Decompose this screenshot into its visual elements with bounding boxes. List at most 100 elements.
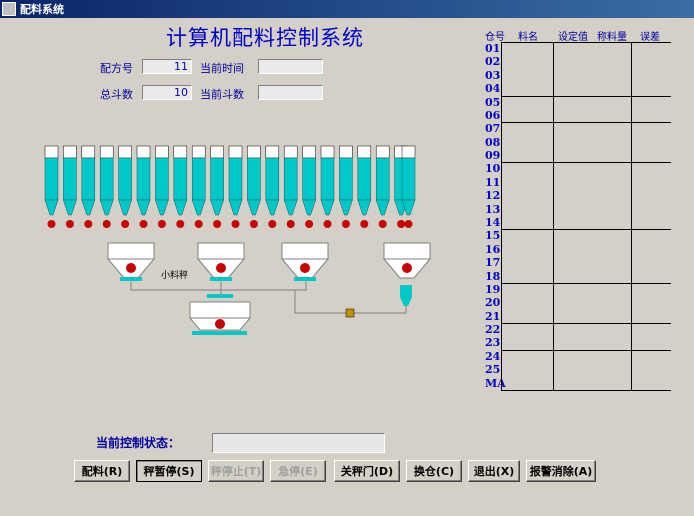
silo xyxy=(247,157,261,201)
silo-valve xyxy=(102,220,111,228)
table-row-divider xyxy=(501,122,671,124)
weigh-hopper xyxy=(197,242,245,260)
silo xyxy=(63,157,77,201)
batch-button[interactable]: 配料(R) xyxy=(74,460,130,482)
bin-number: 15 xyxy=(485,229,501,243)
silo xyxy=(81,157,96,201)
load-cell xyxy=(210,277,232,281)
bin-number: 06 xyxy=(485,108,501,122)
silo-cone xyxy=(155,199,169,216)
silo-valve xyxy=(157,220,166,228)
table-row: 05 xyxy=(485,96,671,110)
table-row-divider xyxy=(501,282,671,284)
clear-alarm-button[interactable]: 报警消除(A) xyxy=(526,460,596,482)
silo-indicator xyxy=(357,145,372,159)
silo-cone xyxy=(247,199,261,216)
table-row: 17 xyxy=(485,256,671,270)
hopper-valve xyxy=(300,263,310,273)
col-header-setpoint: 设定值 xyxy=(558,32,588,43)
load-cell xyxy=(120,277,142,281)
bin-number: 01 xyxy=(485,42,501,55)
bin-number: 07 xyxy=(485,122,501,136)
table-divider xyxy=(553,42,554,390)
silo-valve xyxy=(286,220,295,228)
table-row: 06 xyxy=(485,109,671,123)
control-status-label: 当前控制状态： xyxy=(96,436,181,450)
silo xyxy=(44,157,59,201)
silo-valve xyxy=(360,220,369,228)
process-diagram: 小料秤 xyxy=(44,145,432,335)
table-row: 13 xyxy=(485,203,671,217)
col-header-bin: 仓号 xyxy=(485,32,505,43)
silo xyxy=(136,157,151,201)
table-row: 14 xyxy=(485,216,671,230)
table-row-divider xyxy=(501,349,671,351)
table-row: 07 xyxy=(485,122,671,136)
silo-indicator xyxy=(320,145,335,159)
table-row: 09 xyxy=(485,149,671,163)
table-row: 19 xyxy=(485,283,671,297)
silo-valve xyxy=(213,220,222,228)
bin-number: 25 xyxy=(485,363,501,377)
table-row: 18 xyxy=(485,270,671,284)
silo-valve xyxy=(121,220,130,228)
silo-cone xyxy=(173,199,188,216)
mixer-label: 小料秤 xyxy=(161,269,188,281)
table-row: 22 xyxy=(485,323,671,337)
silo xyxy=(401,157,416,201)
conveyor-motor xyxy=(345,308,355,318)
silo-indicator xyxy=(210,145,224,159)
silo-cone xyxy=(265,199,280,216)
silo xyxy=(173,157,188,201)
emergency-stop-button[interactable]: 急停(E) xyxy=(270,460,326,482)
table-row-divider xyxy=(501,162,671,164)
silo-indicator xyxy=(375,145,390,159)
bin-number: MA xyxy=(485,376,506,390)
silo xyxy=(191,157,206,201)
silo-cone xyxy=(228,199,243,216)
table-row: 12 xyxy=(485,189,671,203)
bin-number: 08 xyxy=(485,135,501,149)
silo-cone xyxy=(283,199,298,216)
silo-indicator xyxy=(228,145,243,159)
load-cell xyxy=(294,277,316,281)
silo-indicator xyxy=(118,145,132,159)
silo-valve xyxy=(65,220,74,228)
table-row: 02 xyxy=(485,55,671,69)
silo xyxy=(302,157,316,201)
small-silo xyxy=(400,285,412,297)
bin-number: 09 xyxy=(485,149,501,163)
col-header-weighed: 称料量 xyxy=(597,32,627,43)
weigh-hopper xyxy=(281,242,329,260)
scale-pause-button[interactable]: 秤暂停(S) xyxy=(136,460,202,482)
silo-indicator xyxy=(283,145,298,159)
bin-number: 16 xyxy=(485,242,501,256)
silo-indicator xyxy=(265,145,280,159)
exit-button[interactable]: 退出(X) xyxy=(468,460,520,482)
table-row: 21 xyxy=(485,310,671,324)
silo xyxy=(118,157,132,201)
silo-valve xyxy=(176,220,185,228)
silo-valve xyxy=(139,220,148,228)
mixer-base xyxy=(192,331,247,335)
table-row: 03 xyxy=(485,69,671,83)
silo-cone xyxy=(357,199,372,216)
table-row: 23 xyxy=(485,336,671,350)
scale-stop-button[interactable]: 秤停止(T) xyxy=(208,460,264,482)
silo-cone xyxy=(210,199,224,216)
silo xyxy=(339,157,353,201)
silo xyxy=(320,157,335,201)
silo xyxy=(228,157,243,201)
silo xyxy=(375,157,390,201)
silo-cone xyxy=(63,199,77,216)
table-row: 08 xyxy=(485,136,671,150)
hopper-valve xyxy=(402,263,412,273)
change-bin-button[interactable]: 换仓(C) xyxy=(406,460,462,482)
silo-cone xyxy=(302,199,316,216)
bin-number: 18 xyxy=(485,269,501,283)
close-gate-button[interactable]: 关秤门(D) xyxy=(334,460,400,482)
col-header-material: 料名 xyxy=(518,32,538,43)
bin-number: 12 xyxy=(485,189,501,203)
bin-number: 17 xyxy=(485,256,501,270)
silo-indicator xyxy=(302,145,316,159)
